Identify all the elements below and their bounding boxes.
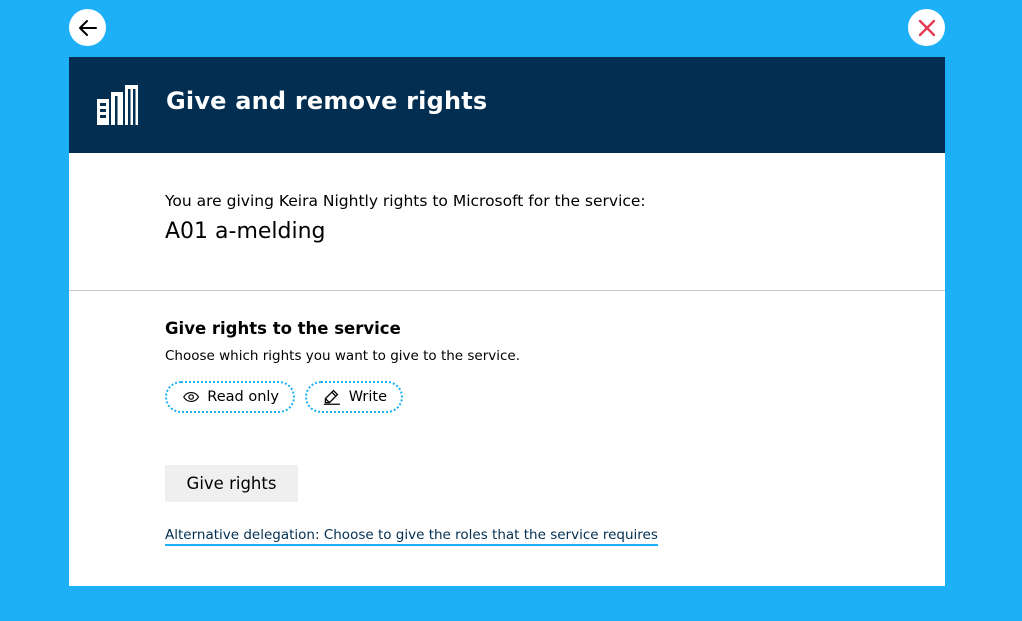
page-title: Give and remove rights [166, 87, 488, 115]
building-icon [97, 85, 138, 125]
eye-icon [183, 391, 200, 403]
give-rights-button[interactable]: Give rights [165, 465, 298, 502]
service-name: A01 a-melding [165, 219, 326, 244]
close-icon [918, 19, 935, 36]
rights-heading: Give rights to the service [165, 319, 401, 338]
modal-header: Give and remove rights [69, 57, 945, 153]
write-label: Write [348, 389, 387, 405]
rights-description: Choose which rights you want to give to … [165, 348, 521, 364]
intro-text: You are giving Keira Nightly rights to M… [165, 192, 646, 210]
intro-section: You are giving Keira Nightly rights to M… [69, 153, 945, 291]
back-button[interactable] [69, 9, 106, 46]
alternative-delegation-link[interactable]: Alternative delegation: Choose to give t… [165, 527, 658, 546]
pencil-icon [323, 389, 340, 405]
write-chip[interactable]: Write [305, 381, 403, 413]
close-button[interactable] [908, 9, 945, 46]
arrow-left-icon [78, 19, 97, 36]
rights-modal: Give and remove rights You are giving Ke… [69, 57, 945, 586]
read-only-chip[interactable]: Read only [165, 381, 295, 413]
read-only-label: Read only [207, 389, 279, 405]
